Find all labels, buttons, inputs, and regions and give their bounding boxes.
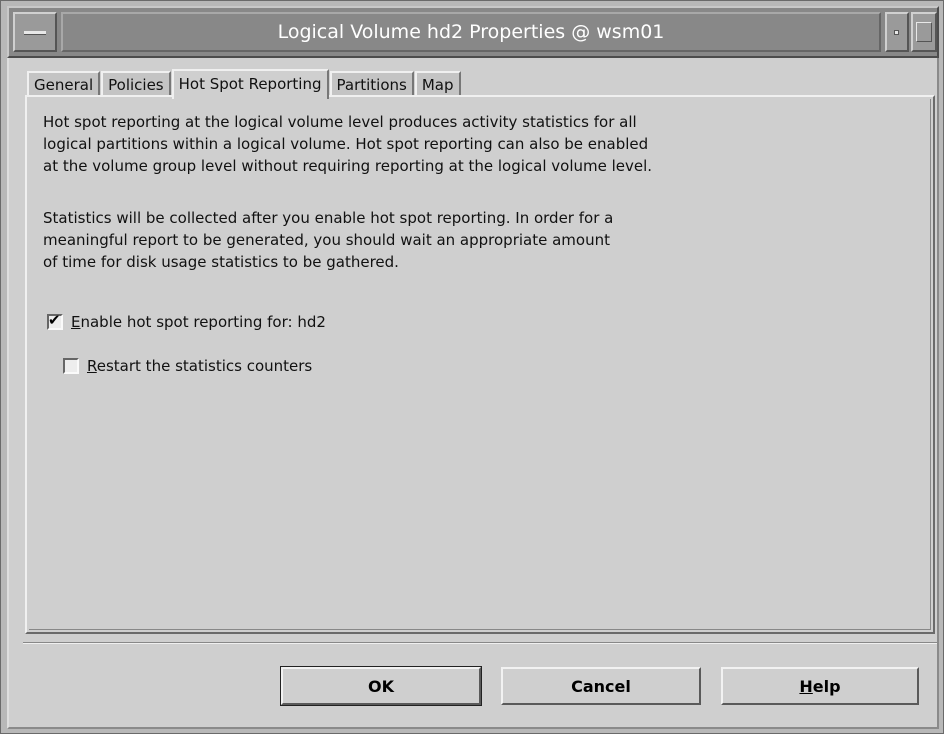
tab-policies[interactable]: Policies — [101, 71, 171, 97]
properties-dialog: Logical Volume hd2 Properties @ wsm01 Ge… — [0, 0, 944, 734]
window-menu-button[interactable] — [13, 12, 57, 52]
restart-checkbox-box[interactable] — [63, 358, 79, 374]
description-paragraph: Hot spot reporting at the logical volume… — [43, 113, 653, 175]
tab-panel-hot-spot-reporting: Hot spot reporting at the logical volume… — [25, 95, 935, 634]
help-mnemonic: H — [799, 676, 813, 696]
tab-hot-spot-reporting[interactable]: Hot Spot Reporting — [171, 69, 329, 99]
panel-content: Hot spot reporting at the logical volume… — [29, 99, 931, 630]
checkmark-icon: ✔ — [48, 311, 61, 329]
window-title: Logical Volume hd2 Properties @ wsm01 — [61, 12, 881, 52]
footer-separator — [23, 642, 937, 644]
restart-counters-checkbox[interactable]: Restart the statistics counters — [63, 357, 312, 375]
maximize-button[interactable] — [911, 12, 937, 52]
tab-map[interactable]: Map — [414, 71, 461, 97]
restart-checkbox-label-text: estart the statistics counters — [96, 357, 313, 375]
window-menu-icon — [24, 31, 46, 35]
enable-checkbox-label: Enable hot spot reporting for: hd2 — [71, 313, 326, 331]
maximize-icon — [916, 22, 932, 42]
restart-checkbox-mnemonic: R — [87, 357, 97, 375]
tab-bar: General Policies Hot Spot Reporting Part… — [27, 67, 462, 99]
enable-hot-spot-checkbox[interactable]: ✔ Enable hot spot reporting for: hd2 — [47, 311, 326, 331]
help-label-text: elp — [812, 676, 841, 696]
minimize-icon — [894, 30, 899, 35]
tab-partitions[interactable]: Partitions — [329, 71, 414, 97]
restart-checkbox-label: Restart the statistics counters — [87, 357, 312, 375]
cancel-button[interactable]: Cancel — [501, 667, 701, 705]
enable-checkbox-label-text: nable hot spot reporting for: hd2 — [80, 313, 326, 331]
dialog-body: General Policies Hot Spot Reporting Part… — [7, 58, 939, 729]
minimize-button[interactable] — [885, 12, 909, 52]
statistics-note-paragraph: Statistics will be collected after you e… — [43, 209, 614, 271]
help-button[interactable]: Help — [721, 667, 919, 705]
tab-general[interactable]: General — [27, 71, 101, 97]
ok-button[interactable]: OK — [280, 666, 482, 706]
enable-checkbox-box[interactable]: ✔ — [47, 311, 63, 330]
title-bar[interactable]: Logical Volume hd2 Properties @ wsm01 — [7, 6, 939, 58]
